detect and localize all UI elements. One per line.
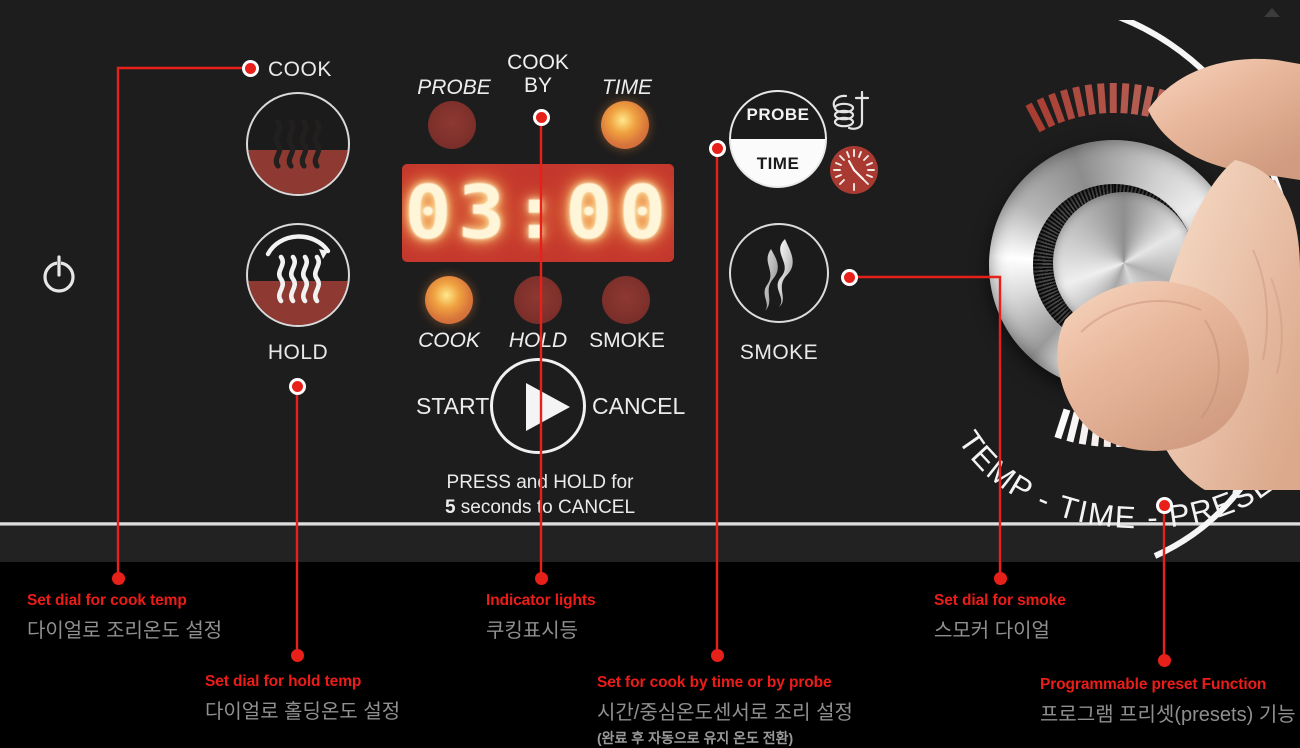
callout-preset-en: Programmable preset Function <box>1040 676 1296 694</box>
callout-cook-temp-en: Set dial for cook temp <box>27 592 222 610</box>
callout-endpoint-cook-temp <box>112 572 125 585</box>
callout-preset: Programmable preset Function 프로그램 프리셋(pr… <box>1040 676 1296 727</box>
callout-smoke-en: Set dial for smoke <box>934 592 1066 610</box>
callout-cook-by: Set for cook by time or by probe 시간/중심온도… <box>597 674 853 748</box>
callout-endpoint-cook-by <box>711 649 724 662</box>
callout-dot-cook-temp <box>242 60 259 77</box>
callout-dot-cook-by <box>709 140 726 157</box>
callout-indicator-lights-en: Indicator lights <box>486 592 596 610</box>
callout-dot-smoke <box>841 269 858 286</box>
callout-hold-temp-en: Set dial for hold temp <box>205 673 400 691</box>
callout-dot-preset <box>1156 497 1173 514</box>
callout-indicator-lights-kr: 쿠킹표시등 <box>486 614 596 643</box>
callout-dot-indicator-lights <box>533 109 550 126</box>
callout-endpoint-indicator-lights <box>535 572 548 585</box>
callout-cook-by-kr: 시간/중심온도센서로 조리 설정 <box>597 696 853 725</box>
callout-cook-by-kr2: (완료 후 자동으로 유지 온도 전환) <box>597 728 853 748</box>
callout-smoke: Set dial for smoke 스모커 다이얼 <box>934 592 1066 643</box>
callout-smoke-kr: 스모커 다이얼 <box>934 614 1066 643</box>
callout-endpoint-smoke <box>994 572 1007 585</box>
callout-preset-kr: 프로그램 프리셋(presets) 기능 <box>1040 698 1296 727</box>
callout-hold-temp: Set dial for hold temp 다이얼로 홀딩온도 설정 <box>205 673 400 724</box>
callout-endpoint-preset <box>1158 654 1171 667</box>
callout-cook-temp-kr: 다이얼로 조리온도 설정 <box>27 614 222 643</box>
callout-cook-temp: Set dial for cook temp 다이얼로 조리온도 설정 <box>27 592 222 643</box>
callout-endpoint-hold-temp <box>291 649 304 662</box>
callout-dot-hold-temp <box>289 378 306 395</box>
callout-indicator-lights: Indicator lights 쿠킹표시등 <box>486 592 596 643</box>
callout-hold-temp-kr: 다이얼로 홀딩온도 설정 <box>205 695 400 724</box>
callout-cook-by-en: Set for cook by time or by probe <box>597 674 853 692</box>
